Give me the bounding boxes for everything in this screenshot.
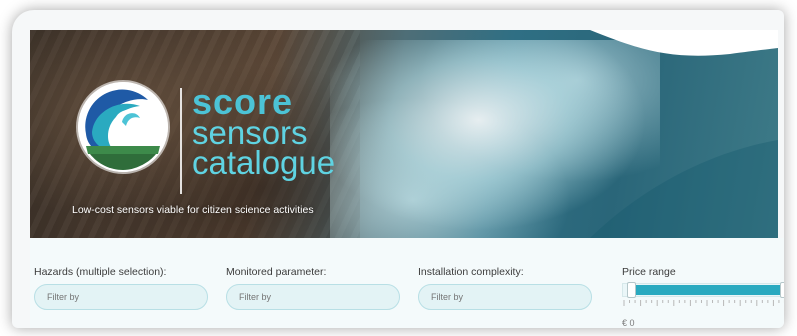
hazards-filter: Hazards (multiple selection): [34, 266, 208, 310]
price-range-filter: Price range € 0 € [622, 266, 784, 328]
price-ticks: € 0 € [622, 300, 784, 328]
price-min-handle[interactable] [627, 282, 636, 298]
parameter-filter: Monitored parameter: [226, 266, 400, 310]
score-logo-icon [78, 82, 168, 172]
banner-tagline: Low-cost sensors viable for citizen scie… [72, 204, 314, 216]
complexity-label: Installation complexity: [418, 266, 524, 278]
price-min-label: € 0 [622, 318, 635, 328]
page-frame: score sensors catalogue Low-cost sensors… [12, 10, 784, 328]
hazards-input[interactable] [34, 284, 208, 310]
logo-wordmark: score sensors catalogue [192, 83, 336, 182]
complexity-input[interactable] [418, 284, 592, 310]
price-slider-fill [636, 285, 780, 295]
complexity-filter: Installation complexity: [418, 266, 592, 310]
price-range-label: Price range [622, 266, 676, 278]
price-slider-track[interactable] [622, 282, 784, 298]
price-max-handle[interactable] [780, 282, 784, 298]
logo-word-catalogue: catalogue [192, 144, 336, 182]
parameter-label: Monitored parameter: [226, 266, 327, 278]
hero-banner: score sensors catalogue Low-cost sensors… [30, 30, 778, 238]
hazards-label: Hazards (multiple selection): [34, 266, 167, 278]
logo-divider [180, 88, 182, 194]
filter-bar: Hazards (multiple selection): Monitored … [30, 238, 784, 328]
parameter-input[interactable] [226, 284, 400, 310]
